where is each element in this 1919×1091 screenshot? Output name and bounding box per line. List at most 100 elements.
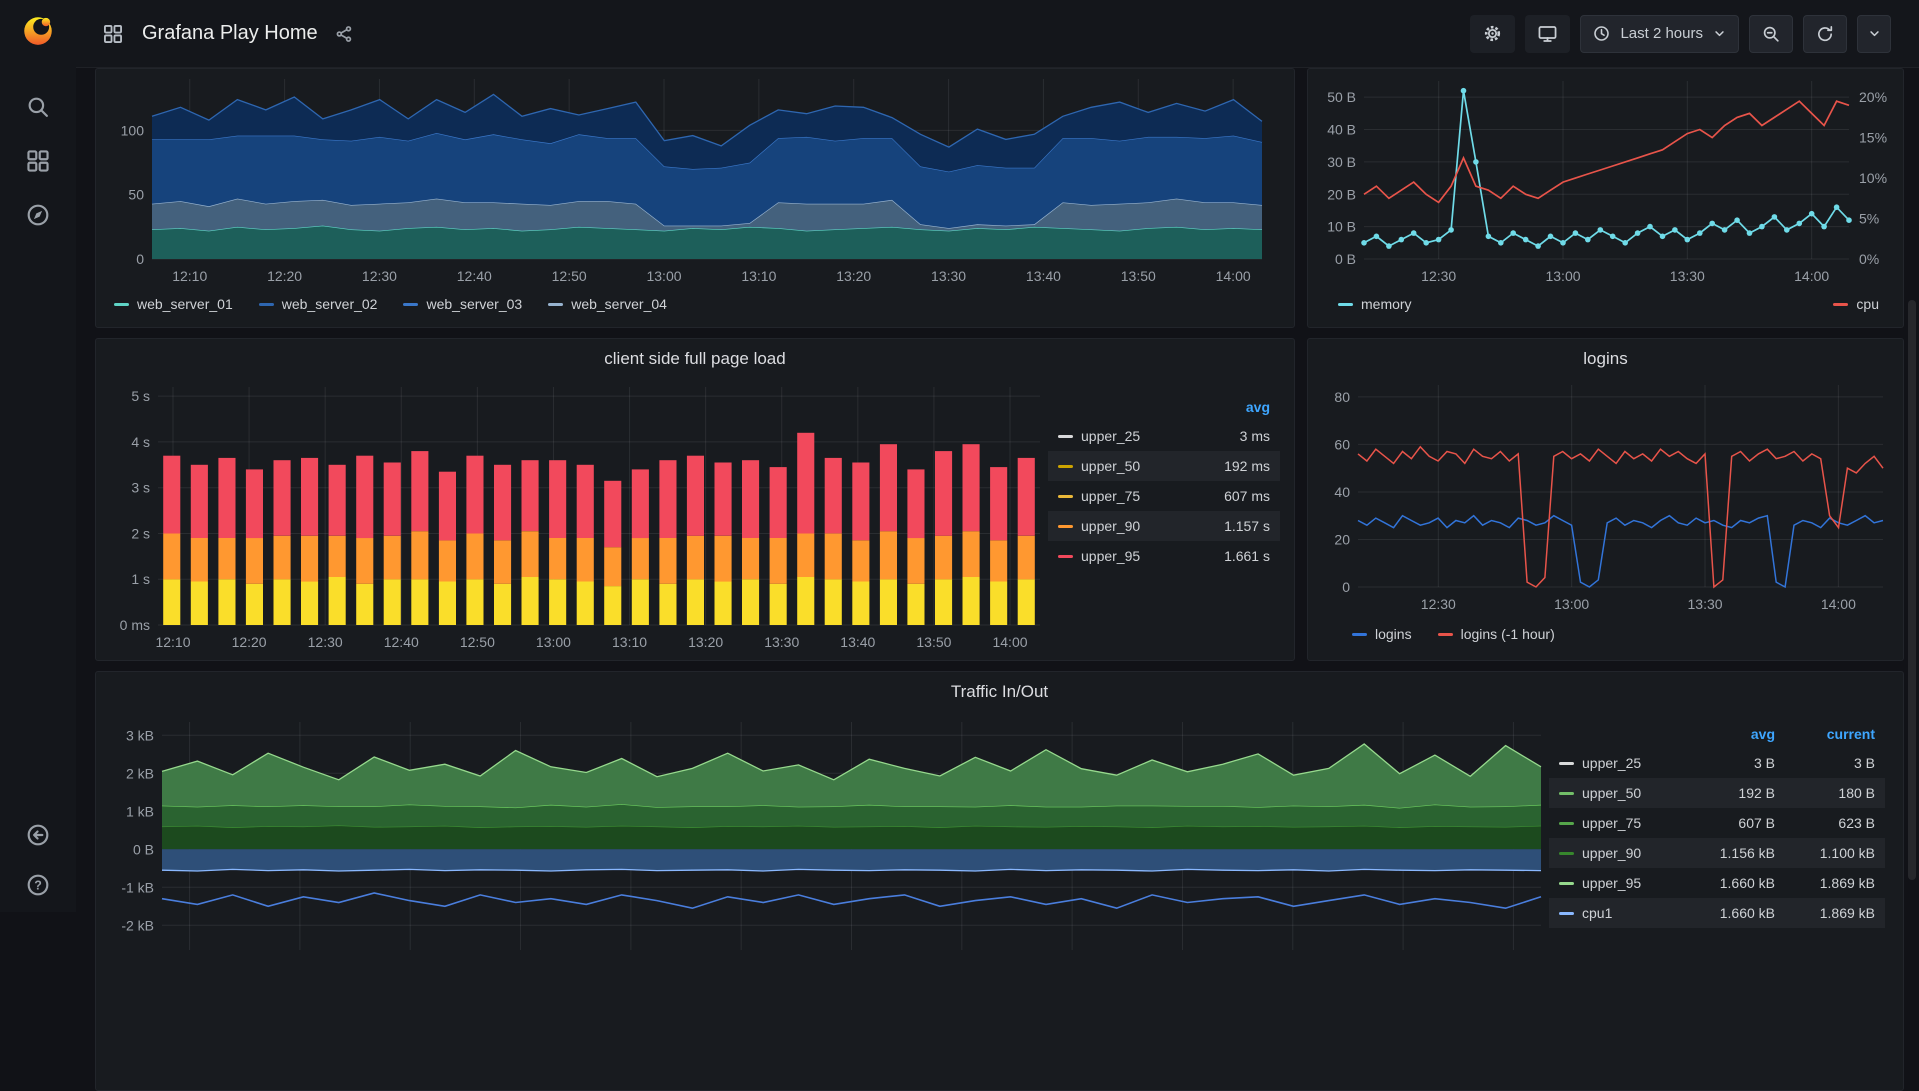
- logins-legend: logins logins (-1 hour): [1316, 622, 1895, 642]
- grafana-flame-icon: [20, 12, 56, 48]
- axis-label: 0%: [1859, 251, 1879, 267]
- axis-label: 10 B: [1327, 219, 1356, 235]
- legend-row[interactable]: upper_50192 ms: [1048, 451, 1280, 481]
- bar-segment: [163, 534, 180, 580]
- series-point: [1685, 237, 1691, 243]
- series-point: [1797, 221, 1803, 227]
- bar-segment: [439, 472, 456, 541]
- bar-segment: [522, 531, 539, 577]
- legend-swatch: [1559, 762, 1574, 765]
- legend-row[interactable]: upper_75607 ms: [1048, 481, 1280, 511]
- axis-label: 20: [1334, 531, 1350, 547]
- legend-label: web_server_01: [137, 296, 233, 312]
- legend-swatch: [1559, 792, 1574, 795]
- web-servers-chart[interactable]: 05010012:1012:2012:3012:4012:5013:0013:1…: [104, 73, 1288, 287]
- bar-segment: [825, 458, 842, 534]
- legend-row[interactable]: upper_253 ms: [1048, 421, 1280, 451]
- dashboards-icon[interactable]: [25, 148, 51, 174]
- axis-label: 20%: [1859, 89, 1887, 105]
- series-point: [1722, 227, 1728, 233]
- bar-segment: [218, 579, 235, 625]
- legend-row[interactable]: upper_901.157 s: [1048, 511, 1280, 541]
- grafana-logo[interactable]: [18, 10, 58, 50]
- bar-segment: [549, 538, 566, 579]
- bar-segment: [632, 579, 649, 625]
- dashboard-settings-button[interactable]: [1470, 15, 1515, 53]
- legend-row[interactable]: cpu11.660 kB1.869 kB: [1549, 898, 1885, 928]
- time-range-button[interactable]: Last 2 hours: [1580, 15, 1739, 53]
- help-icon[interactable]: ?: [25, 872, 51, 898]
- legend-item[interactable]: web_server_01: [114, 296, 233, 312]
- axis-label: 12:30: [362, 268, 397, 284]
- legend-row[interactable]: upper_951.661 s: [1048, 541, 1280, 571]
- legend-row[interactable]: upper_951.660 kB1.869 kB: [1549, 868, 1885, 898]
- legend-swatch: [1058, 555, 1073, 558]
- memory-cpu-chart[interactable]: 0 B10 B20 B30 B40 B50 B12:3013:0013:3014…: [1316, 73, 1897, 287]
- page-load-chart[interactable]: 0 ms1 s2 s3 s4 s5 s12:1012:2012:3012:401…: [104, 377, 1048, 653]
- refresh-button[interactable]: [1803, 15, 1847, 53]
- search-icon[interactable]: [25, 94, 51, 120]
- series-point: [1772, 214, 1778, 220]
- axis-label: 0 ms: [120, 617, 150, 633]
- cycle-view-button[interactable]: [1525, 15, 1570, 53]
- axis-label: -1 kB: [121, 879, 154, 895]
- axis-label: 13:00: [646, 268, 681, 284]
- logins-chart[interactable]: 02040608012:3013:0013:3014:00: [1316, 377, 1897, 617]
- legend-row[interactable]: upper_75607 B623 B: [1549, 808, 1885, 838]
- series-point: [1423, 240, 1429, 246]
- legend-sort-current[interactable]: current: [1775, 726, 1875, 742]
- share-icon[interactable]: [334, 24, 354, 44]
- axis-label: 4 s: [131, 434, 150, 450]
- legend-label: upper_25: [1582, 755, 1641, 771]
- axis-label: 12:10: [172, 268, 207, 284]
- legend-item[interactable]: logins: [1352, 626, 1412, 642]
- legend-swatch: [1058, 525, 1073, 528]
- series-line: [1358, 516, 1883, 587]
- legend-sort-avg[interactable]: avg: [1182, 399, 1270, 415]
- series-point: [1548, 234, 1554, 240]
- panel-title[interactable]: Traffic In/Out: [104, 676, 1895, 710]
- legend-item[interactable]: cpu: [1833, 296, 1879, 312]
- traffic-chart[interactable]: 3 kB2 kB1 kB0 B-1 kB-2 kB: [104, 710, 1549, 950]
- bar-segment: [963, 577, 980, 625]
- legend-row[interactable]: upper_50192 B180 B: [1549, 778, 1885, 808]
- explore-compass-icon[interactable]: [25, 202, 51, 228]
- sign-in-icon[interactable]: [25, 822, 51, 848]
- legend-row[interactable]: upper_901.156 kB1.100 kB: [1549, 838, 1885, 868]
- axis-label: 13:30: [931, 268, 966, 284]
- bar-segment: [218, 538, 235, 579]
- bar-segment: [742, 579, 759, 625]
- zoom-out-button[interactable]: [1749, 15, 1793, 53]
- legend-value: 1.661 s: [1182, 548, 1270, 564]
- panel-title[interactable]: client side full page load: [104, 343, 1286, 377]
- zoom-out-icon: [1761, 24, 1781, 44]
- axis-label: -2 kB: [121, 917, 154, 933]
- bar-segment: [356, 538, 373, 584]
- apps-grid-icon[interactable]: [102, 23, 124, 45]
- bar-segment: [274, 536, 291, 580]
- legend-value: 623 B: [1775, 815, 1875, 831]
- axis-label: 13:30: [1670, 268, 1705, 284]
- panel-traffic: Traffic In/Out 3 kB2 kB1 kB0 B-1 kB-2 kB…: [95, 671, 1904, 1091]
- bar-segment: [990, 540, 1007, 581]
- legend-item[interactable]: web_server_02: [259, 296, 378, 312]
- bar-segment: [411, 579, 428, 625]
- legend-item[interactable]: web_server_03: [403, 296, 522, 312]
- legend-item[interactable]: web_server_04: [548, 296, 667, 312]
- legend-item[interactable]: logins (-1 hour): [1438, 626, 1555, 642]
- series-point: [1399, 237, 1405, 243]
- page-title: Grafana Play Home: [142, 22, 318, 45]
- legend-row[interactable]: upper_253 B3 B: [1549, 748, 1885, 778]
- legend-item[interactable]: memory: [1338, 296, 1412, 312]
- series-point: [1573, 230, 1579, 236]
- legend-value: 1.869 kB: [1775, 905, 1875, 921]
- panel-title[interactable]: logins: [1316, 343, 1895, 377]
- scrollbar-thumb[interactable]: [1908, 300, 1916, 880]
- panel-memory-cpu: 0 B10 B20 B30 B40 B50 B12:3013:0013:3014…: [1307, 68, 1904, 328]
- bar-segment: [825, 579, 842, 625]
- legend-swatch: [1559, 822, 1574, 825]
- bar-segment: [935, 579, 952, 625]
- refresh-interval-button[interactable]: [1857, 15, 1891, 53]
- legend-sort-avg[interactable]: avg: [1675, 726, 1775, 742]
- legend-value: 1.660 kB: [1675, 875, 1775, 891]
